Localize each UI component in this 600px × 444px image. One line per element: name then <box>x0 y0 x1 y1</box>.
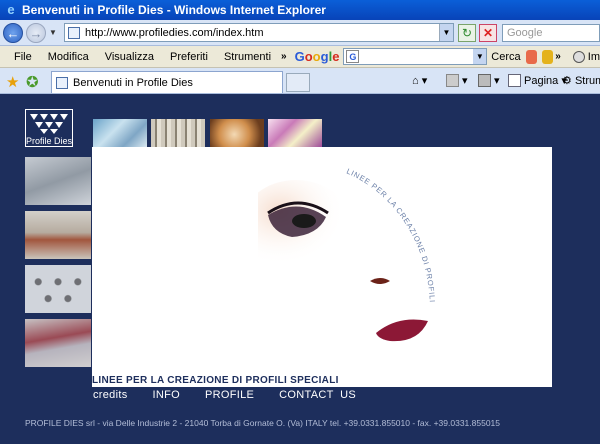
tab-label: Benvenuti in Profile Dies <box>73 76 193 89</box>
google-toolbar-logo: Google <box>294 49 340 64</box>
tools-menu-label: Strum <box>574 74 600 87</box>
logo-label: Profile Dies <box>25 136 72 146</box>
site-footer: PROFILE DIES srl - via Delle Industrie 2… <box>25 418 501 428</box>
feeds-button[interactable]: ▾ <box>446 74 468 87</box>
menu-view[interactable]: Visualizza <box>97 51 162 63</box>
page-menu-label: Pagina <box>524 74 559 87</box>
menu-file[interactable]: File <box>0 51 40 63</box>
address-toolbar: ← → ▼ http://www.profiledies.com/index.h… <box>0 20 600 46</box>
nav-profile[interactable]: PROFILE <box>205 389 254 401</box>
gear-icon: ⚙ <box>562 75 572 87</box>
top-photo-4 <box>268 119 322 147</box>
home-icon: ⌂ <box>412 74 419 87</box>
ie-icon: e <box>7 2 15 17</box>
toolbar-right-label: Im <box>587 50 600 63</box>
google-search-dropdown[interactable]: ▼ <box>473 49 487 64</box>
side-photo-3 <box>25 265 91 313</box>
new-tab-button[interactable] <box>286 73 310 92</box>
add-favorite-icon[interactable]: ✪ <box>26 73 39 91</box>
toolbar-right-item[interactable]: Im <box>572 50 600 63</box>
back-button[interactable]: ← <box>3 22 23 43</box>
forward-button[interactable]: → <box>26 22 46 43</box>
menu-bar: File Modifica Visualizza Preferiti Strum… <box>0 46 600 68</box>
forward-arrow-icon: → <box>29 25 43 41</box>
google-search-input[interactable]: G ▼ <box>343 48 488 65</box>
rss-icon <box>446 74 459 87</box>
stop-button[interactable]: ✕ <box>479 24 497 42</box>
google-g-icon: G <box>346 50 360 63</box>
toolbar-tool-icon-2[interactable] <box>541 49 554 64</box>
back-arrow-icon: ← <box>6 25 20 41</box>
page-icon <box>68 26 80 39</box>
nav-info[interactable]: INFO <box>153 389 180 401</box>
site-tagline: LINEE PER LA CREAZIONE DI PROFILI SPECIA… <box>92 375 339 386</box>
nav-contact-us[interactable]: CONTACT US <box>279 389 356 401</box>
stop-icon: ✕ <box>482 26 494 40</box>
page-content: Profile Dies LINEE PER LA CREAZIONE DI P… <box>0 95 600 444</box>
site-nav: credits INFO PROFILE CONTACT US <box>93 389 381 401</box>
home-button[interactable]: ⌂ ▾ <box>412 74 427 88</box>
page-icon <box>56 76 68 89</box>
page-menu-icon <box>508 74 521 87</box>
menu-tools[interactable]: Strumenti <box>216 51 279 63</box>
toolbar-tool-icon[interactable] <box>525 49 537 64</box>
star-icon[interactable]: ★ <box>6 73 19 91</box>
menu-edit[interactable]: Modifica <box>40 51 97 63</box>
settings-circle-icon <box>572 50 585 63</box>
toolbar-overflow-chevron[interactable]: » <box>553 51 567 62</box>
page-menu-button[interactable]: Pagina ▾ <box>508 74 567 87</box>
search-input[interactable]: Google <box>502 24 600 42</box>
address-url[interactable]: http://www.profiledies.com/index.htm <box>85 27 264 39</box>
address-bar[interactable]: http://www.profiledies.com/index.htm ▼ <box>64 23 454 42</box>
side-photo-1 <box>25 157 91 205</box>
window-title: Benvenuti in Profile Dies - Windows Inte… <box>22 3 326 17</box>
refresh-button[interactable]: ↻ <box>458 24 476 42</box>
window-title-bar: e Benvenuti in Profile Dies - Windows In… <box>0 0 600 20</box>
top-photo-1 <box>93 119 147 147</box>
nav-credits[interactable]: credits <box>93 389 128 401</box>
refresh-icon: ↻ <box>461 26 473 40</box>
print-icon <box>478 74 491 87</box>
print-button[interactable]: ▾ <box>478 74 500 87</box>
address-dropdown[interactable]: ▼ <box>439 24 453 41</box>
logo-diamond-icon <box>30 114 68 134</box>
history-dropdown[interactable]: ▼ <box>48 28 58 37</box>
side-photo-2 <box>25 211 91 259</box>
model-face-image: LINEE PER LA CREAZIONE DI PROFILI SPECIA… <box>258 155 436 342</box>
tab-benvenuti[interactable]: Benvenuti in Profile Dies <box>51 71 283 93</box>
tools-menu-button[interactable]: ⚙ Strum <box>562 74 600 88</box>
side-photo-4 <box>25 319 91 367</box>
menu-favorites[interactable]: Preferiti <box>162 51 216 63</box>
tab-bar: ★ ✪ Benvenuti in Profile Dies ⌂ ▾ ▾ ▾ Pa… <box>0 68 600 94</box>
google-search-button[interactable]: Cerca <box>491 51 520 63</box>
top-photo-2 <box>151 119 205 147</box>
menu-overflow-chevron[interactable]: » <box>279 51 293 62</box>
top-photo-3 <box>210 119 264 147</box>
